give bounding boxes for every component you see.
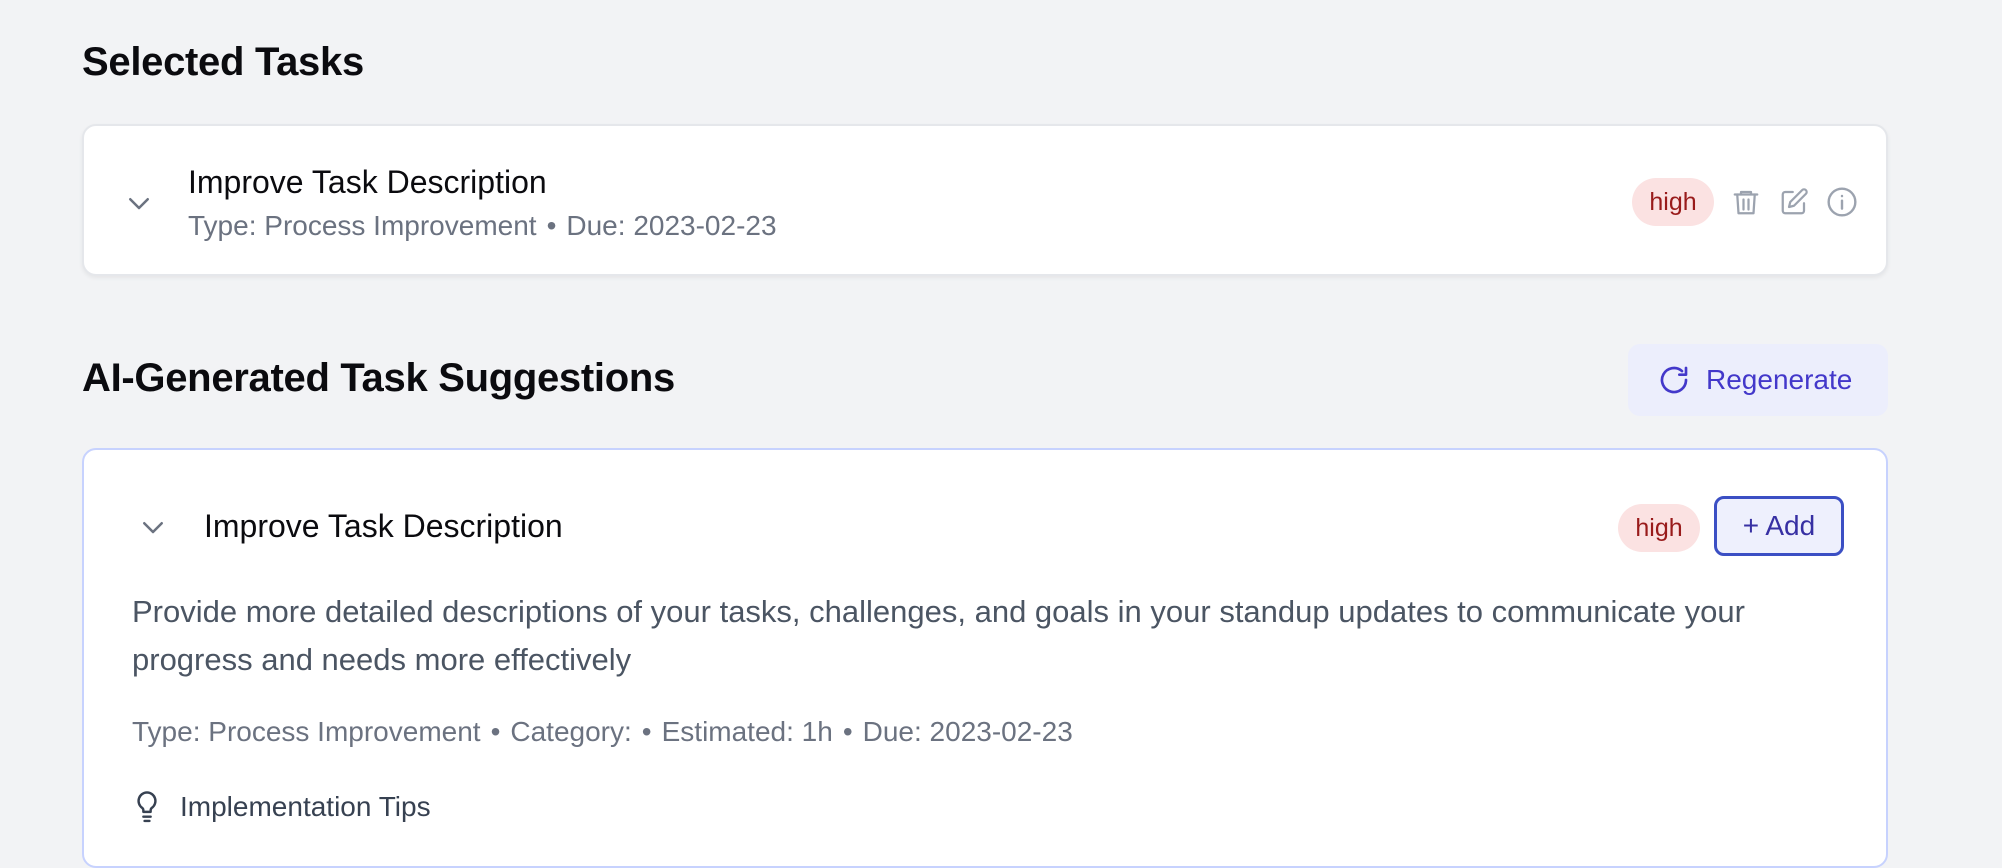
- info-button[interactable]: [1822, 182, 1862, 222]
- priority-badge: high: [1632, 178, 1714, 226]
- selected-task-title: Improve Task Description: [188, 164, 547, 200]
- edit-button[interactable]: [1774, 182, 1814, 222]
- regenerate-button[interactable]: Regenerate: [1628, 344, 1888, 416]
- implementation-tips-toggle[interactable]: Implementation Tips: [132, 790, 431, 824]
- edit-icon: [1779, 187, 1809, 217]
- task-estimated: Estimated: 1h: [661, 716, 833, 747]
- meta-separator: •: [842, 716, 853, 747]
- chevron-down-icon[interactable]: [122, 186, 156, 220]
- task-due: Due: 2023-02-23: [862, 716, 1073, 747]
- info-icon: [1826, 186, 1858, 218]
- add-task-button[interactable]: + Add: [1714, 496, 1844, 556]
- suggestion-description: Provide more detailed descriptions of yo…: [132, 594, 1745, 677]
- ai-suggestions-heading: AI-Generated Task Suggestions: [82, 356, 675, 400]
- selected-tasks-heading: Selected Tasks: [82, 40, 364, 84]
- scrollbar-track[interactable]: [1990, 0, 2002, 838]
- refresh-icon: [1658, 364, 1690, 396]
- meta-separator: •: [641, 716, 652, 747]
- priority-badge: high: [1618, 504, 1700, 552]
- chevron-down-icon[interactable]: [136, 510, 170, 544]
- implementation-tips-label: Implementation Tips: [180, 791, 431, 822]
- lightbulb-icon: [132, 790, 162, 824]
- selected-task-meta: Type: Process Improvement • Due: 2023-02-2…: [188, 210, 777, 242]
- meta-separator: •: [546, 210, 557, 241]
- suggestion-card: Improve Task Description high + Add Prov…: [82, 448, 1888, 868]
- task-category: Category:: [510, 716, 632, 747]
- suggestion-meta: Type: Process Improvement • Category: • Esti…: [132, 716, 1073, 748]
- meta-separator: •: [490, 716, 501, 747]
- trash-icon: [1731, 187, 1761, 217]
- regenerate-label: Regenerate: [1706, 364, 1853, 395]
- task-due: Due: 2023-02-23: [566, 210, 777, 241]
- suggestion-title: Improve Task Description: [204, 508, 563, 544]
- task-type: Type: Process Improvement: [132, 716, 481, 747]
- selected-task-card: Improve Task Description Type: Process I…: [82, 124, 1888, 276]
- delete-button[interactable]: [1726, 182, 1766, 222]
- task-type: Type: Process Improvement: [188, 210, 537, 241]
